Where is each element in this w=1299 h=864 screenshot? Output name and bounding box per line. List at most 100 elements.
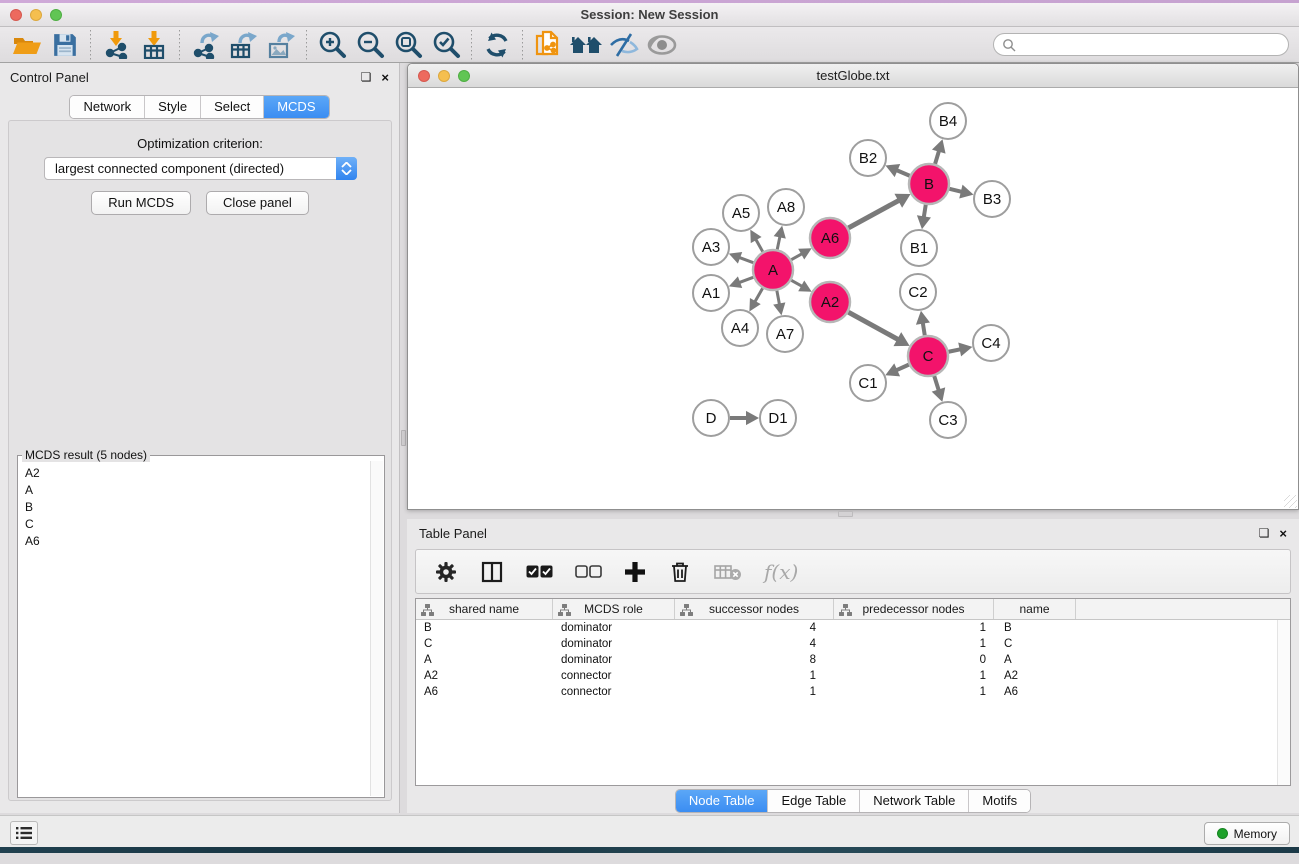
tab-mcds[interactable]: MCDS [264, 96, 328, 118]
control-panel-title: Control Panel [10, 70, 89, 85]
refresh-icon[interactable] [478, 29, 516, 61]
mcds-result-item[interactable]: A6 [19, 532, 370, 549]
network-canvas[interactable]: B4B2BB3A8A5A6A3B1AC2A1A2A4A7C4CC1DD1C3 [408, 88, 1298, 509]
table-cell: 1 [834, 636, 994, 652]
zoom-selected-icon[interactable] [427, 29, 465, 61]
tab-edge-table[interactable]: Edge Table [768, 790, 860, 812]
hide-eye-icon[interactable] [605, 29, 643, 61]
graph-edge-A-A7[interactable] [777, 291, 780, 306]
column-header-successor-nodes[interactable]: successor nodes [675, 599, 834, 619]
control-panel-tabs: NetworkStyleSelectMCDS [69, 95, 329, 119]
vertical-splitter-grip[interactable] [401, 430, 406, 446]
tab-select[interactable]: Select [201, 96, 264, 118]
table-row[interactable]: Adominator80A [416, 652, 1290, 668]
search-field[interactable] [993, 33, 1289, 56]
open-file-icon[interactable] [8, 29, 46, 61]
mcds-result-item[interactable]: B [19, 498, 370, 515]
graph-edge-A-A1[interactable] [738, 277, 753, 283]
graph-edge-B-B3[interactable] [949, 189, 962, 192]
column-header-MCDS-role[interactable]: MCDS role [553, 599, 675, 619]
tab-network[interactable]: Network [70, 96, 145, 118]
delete-column-trash-icon[interactable] [668, 560, 692, 584]
close-panel-icon[interactable]: × [381, 71, 389, 84]
homes-icon[interactable] [567, 29, 605, 61]
zoom-fit-icon[interactable] [389, 29, 427, 61]
tab-motifs[interactable]: Motifs [969, 790, 1030, 812]
mcds-result-box: MCDS result (5 nodes) A2ABCA6 [17, 455, 385, 798]
mcds-result-item[interactable]: C [19, 515, 370, 532]
show-column-panel-icon[interactable] [480, 560, 504, 584]
graph-edge-B-B4[interactable] [935, 150, 939, 164]
table-row[interactable]: A2connector11A2 [416, 668, 1290, 684]
graph-edge-A-A6[interactable] [791, 253, 803, 260]
search-input[interactable] [1016, 36, 1288, 54]
export-network-icon[interactable] [186, 29, 224, 61]
graph-edge-B-B2[interactable] [896, 170, 910, 176]
select-all-columns-icon[interactable] [526, 565, 553, 578]
graph-edge-A-A3[interactable] [738, 257, 753, 263]
graph-edge-arrowhead [774, 226, 786, 239]
network-window-titlebar: testGlobe.txt [408, 64, 1298, 88]
eye-icon[interactable] [643, 29, 681, 61]
graph-edge-C-C2[interactable] [923, 322, 925, 336]
graph-edge-A-A2[interactable] [791, 280, 803, 287]
unselect-all-columns-icon[interactable] [575, 565, 602, 578]
table-row[interactable]: A6connector11A6 [416, 684, 1290, 700]
window-resize-grip[interactable] [1284, 495, 1297, 508]
column-header-name[interactable]: name [994, 599, 1076, 619]
close-table-panel-icon[interactable]: × [1279, 527, 1287, 540]
task-history-button[interactable] [10, 821, 38, 845]
column-header-predecessor-nodes[interactable]: predecessor nodes [834, 599, 994, 619]
table-cell: 4 [675, 620, 834, 636]
mcds-result-list[interactable]: A2ABCA6 [19, 461, 370, 796]
float-table-panel-icon[interactable]: ❏ [1259, 527, 1270, 539]
close-panel-button[interactable]: Close panel [206, 191, 309, 215]
graph-edge-C-C3[interactable] [934, 376, 939, 391]
tab-node-table[interactable]: Node Table [676, 790, 769, 812]
table-cell: 1 [834, 684, 994, 700]
graph-node-label-C4: C4 [981, 335, 1000, 352]
graph-edge-A6-B[interactable] [848, 200, 900, 228]
float-panel-icon[interactable]: ❏ [361, 71, 372, 83]
table-row[interactable]: Bdominator41B [416, 620, 1290, 636]
memory-button[interactable]: Memory [1204, 822, 1290, 845]
optimization-criterion-select[interactable]: largest connected component (directed) [44, 157, 357, 180]
mcds-result-scrollbar[interactable] [370, 461, 383, 796]
mcds-result-item[interactable]: A2 [19, 464, 370, 481]
table-cell: A2 [416, 668, 553, 684]
mcds-result-item[interactable]: A [19, 481, 370, 498]
create-column-plus-icon[interactable] [624, 561, 646, 583]
function-builder-icon-disabled: f(x) [764, 560, 798, 584]
zoom-in-icon[interactable] [313, 29, 351, 61]
export-image-icon[interactable] [262, 29, 300, 61]
graph-node-label-A2: A2 [821, 294, 839, 311]
table-cell: 0 [834, 652, 994, 668]
network-window-title: testGlobe.txt [408, 68, 1298, 83]
graph-edge-A-A8[interactable] [777, 235, 780, 249]
tab-network-table[interactable]: Network Table [860, 790, 969, 812]
graph-node-label-A1: A1 [702, 285, 720, 302]
graph-edge-A-A4[interactable] [754, 288, 762, 303]
graph-edge-A2-C[interactable] [848, 312, 899, 340]
mcds-tab-content: Optimization criterion: largest connecte… [8, 120, 392, 801]
export-table-icon[interactable] [224, 29, 262, 61]
run-mcds-button[interactable]: Run MCDS [91, 191, 191, 215]
graph-edge-A-A5[interactable] [755, 238, 763, 251]
node-table-scrollbar[interactable] [1277, 620, 1290, 785]
zoom-out-icon[interactable] [351, 29, 389, 61]
graph-node-label-C1: C1 [858, 375, 877, 392]
graph-edge-C-C1[interactable] [895, 365, 908, 371]
import-network-icon[interactable] [97, 29, 135, 61]
table-row[interactable]: Cdominator41C [416, 636, 1290, 652]
network-document-icon[interactable] [529, 29, 567, 61]
horizontal-splitter-grip[interactable] [838, 511, 853, 517]
table-settings-gear-icon[interactable] [434, 560, 458, 584]
graph-edge-B-B1[interactable] [924, 205, 926, 219]
graph-edge-arrowhead [932, 139, 946, 153]
graph-node-label-B: B [924, 176, 934, 193]
tab-style[interactable]: Style [145, 96, 201, 118]
column-header-shared-name[interactable]: shared name [416, 599, 553, 619]
save-session-icon[interactable] [46, 29, 84, 61]
import-table-icon[interactable] [135, 29, 173, 61]
control-panel-header: Control Panel ❏ × [0, 63, 399, 91]
